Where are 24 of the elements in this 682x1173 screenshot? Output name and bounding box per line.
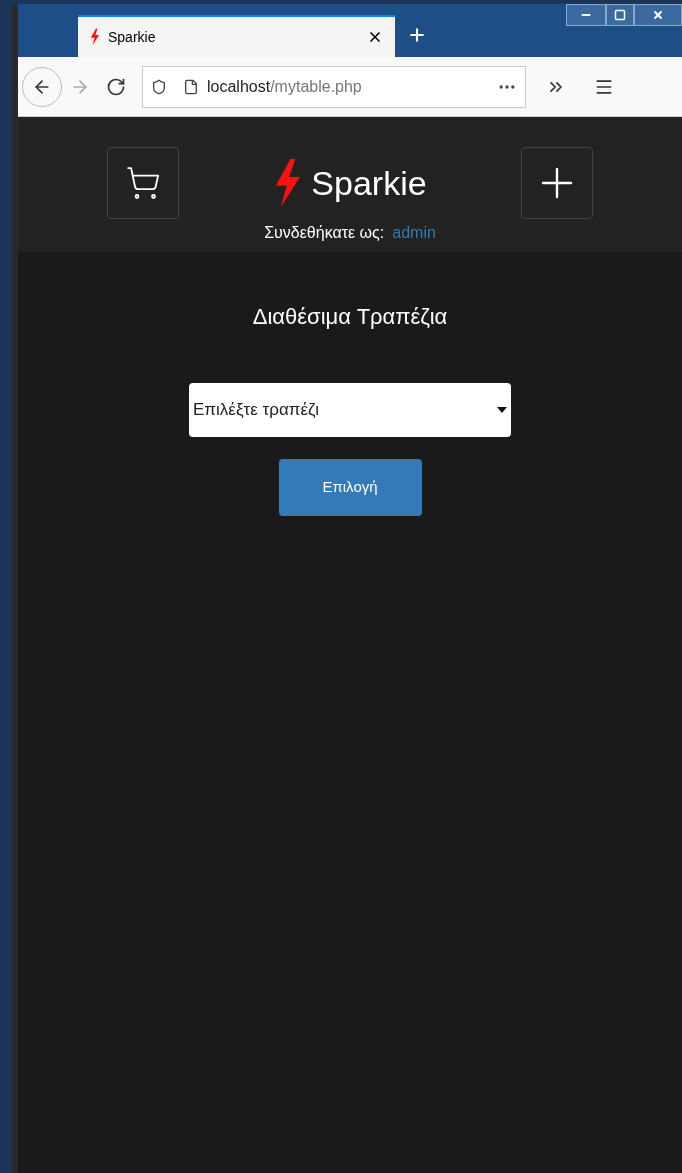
shield-icon (151, 78, 167, 95)
maximize-icon (614, 9, 626, 21)
page-title: Διαθέσιμα Τραπέζια (252, 303, 448, 331)
close-icon[interactable] (367, 29, 383, 45)
tab-title: Sparkie (108, 27, 157, 47)
maximize-button[interactable] (606, 4, 634, 26)
new-tab-icon[interactable] (407, 25, 427, 45)
reload-icon[interactable] (106, 76, 126, 97)
browser-tab[interactable]: Sparkie (78, 15, 395, 57)
cart-icon (125, 165, 161, 201)
logged-in-label: Συνδεθήκατε ως: (264, 223, 385, 243)
table-select[interactable]: Επιλέξτε τραπέζι (189, 383, 511, 437)
dropdown-caret-icon (497, 407, 507, 413)
brand-name: Sparkie (311, 162, 427, 204)
url-text: localhost/mytable.php (207, 76, 363, 97)
close-icon (652, 9, 664, 21)
cart-button[interactable] (107, 147, 179, 219)
username-link[interactable]: admin (392, 221, 436, 245)
add-button[interactable] (521, 147, 593, 219)
bolt-icon (90, 28, 100, 46)
select-button[interactable]: Επιλογή (278, 459, 422, 516)
address-bar[interactable]: localhost/mytable.php (142, 65, 526, 108)
close-window-button[interactable] (634, 4, 682, 26)
page-icon (183, 78, 199, 95)
